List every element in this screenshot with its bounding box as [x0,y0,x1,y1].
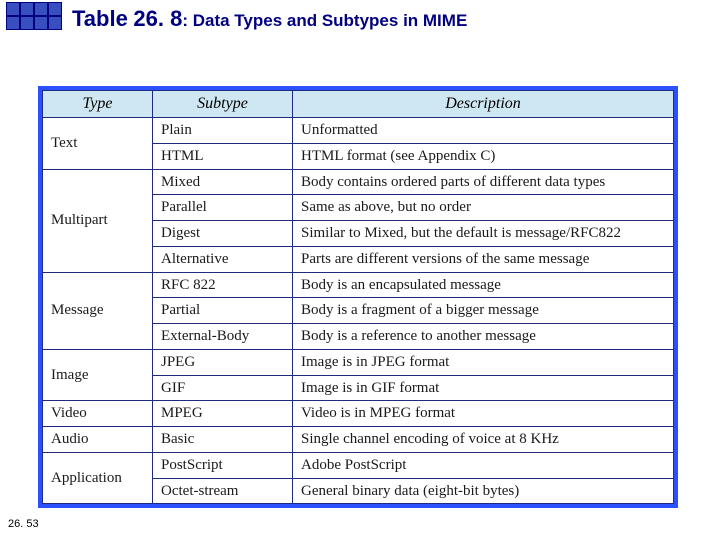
table-row: TextPlainUnformatted [43,118,674,144]
slide: Table 26. 8: Data Types and Subtypes in … [0,0,720,540]
description-cell: Adobe PostScript [293,452,674,478]
subtype-cell: Mixed [153,169,293,195]
description-cell: Image is in GIF format [293,375,674,401]
description-cell: Similar to Mixed, but the default is mes… [293,221,674,247]
title-rest: : Data Types and Subtypes in MIME [182,11,467,30]
col-header-subtype: Subtype [153,91,293,118]
table-header-row: Type Subtype Description [43,91,674,118]
type-cell: Audio [43,427,153,453]
description-cell: Single channel encoding of voice at 8 KH… [293,427,674,453]
subtype-cell: Digest [153,221,293,247]
description-cell: Parts are different versions of the same… [293,246,674,272]
table-body: TextPlainUnformattedHTMLHTML format (see… [43,118,674,504]
description-cell: Body is a reference to another message [293,324,674,350]
subtype-cell: Octet-stream [153,478,293,504]
description-cell: Same as above, but no order [293,195,674,221]
table-row: AudioBasicSingle channel encoding of voi… [43,427,674,453]
subtype-cell: RFC 822 [153,272,293,298]
slide-title: Table 26. 8: Data Types and Subtypes in … [72,6,467,32]
subtype-cell: Alternative [153,246,293,272]
type-cell: Text [43,118,153,170]
description-cell: HTML format (see Appendix C) [293,143,674,169]
table-row: ApplicationPostScriptAdobe PostScript [43,452,674,478]
table-row: ImageJPEGImage is in JPEG format [43,349,674,375]
subtype-cell: GIF [153,375,293,401]
description-cell: Body is a fragment of a bigger message [293,298,674,324]
type-cell: Application [43,452,153,504]
description-cell: Unformatted [293,118,674,144]
subtype-cell: Basic [153,427,293,453]
subtype-cell: HTML [153,143,293,169]
mime-table-container: Type Subtype Description TextPlainUnform… [38,86,678,508]
type-cell: Message [43,272,153,349]
subtype-cell: MPEG [153,401,293,427]
description-cell: Video is in MPEG format [293,401,674,427]
description-cell: General binary data (eight-bit bytes) [293,478,674,504]
description-cell: Body is an encapsulated message [293,272,674,298]
title-prefix: Table [72,6,128,31]
type-cell: Multipart [43,169,153,272]
description-cell: Image is in JPEG format [293,349,674,375]
subtype-cell: Partial [153,298,293,324]
col-header-description: Description [293,91,674,118]
subtype-cell: PostScript [153,452,293,478]
subtype-cell: Parallel [153,195,293,221]
subtype-cell: Plain [153,118,293,144]
table-row: MessageRFC 822Body is an encapsulated me… [43,272,674,298]
title-number: 26. 8 [133,6,182,31]
type-cell: Image [43,349,153,401]
subtype-cell: External-Body [153,324,293,350]
table-row: MultipartMixedBody contains ordered part… [43,169,674,195]
slide-footer: 26. 53 [8,518,39,530]
table-row: VideoMPEGVideo is in MPEG format [43,401,674,427]
type-cell: Video [43,401,153,427]
mime-table: Type Subtype Description TextPlainUnform… [42,90,674,504]
description-cell: Body contains ordered parts of different… [293,169,674,195]
subtype-cell: JPEG [153,349,293,375]
decorative-grid-icon [6,2,62,30]
col-header-type: Type [43,91,153,118]
